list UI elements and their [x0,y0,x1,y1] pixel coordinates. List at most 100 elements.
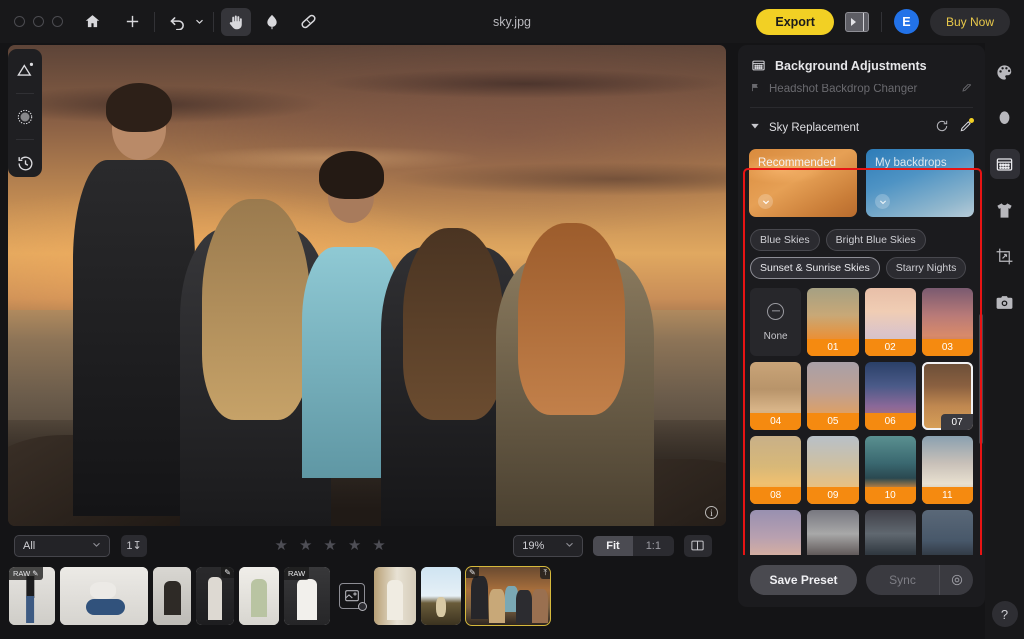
panel-header: Background Adjustments [738,45,985,84]
brush-tool-icon[interactable] [257,8,287,36]
filmstrip-item-8[interactable] [421,567,461,625]
undo-icon[interactable] [162,8,192,36]
star-rating[interactable]: ★ ★ ★ ★ ★ [274,538,385,553]
mode-tile-my-backdrops[interactable]: My backdrops [866,149,974,217]
crop-transform-icon[interactable] [990,241,1020,271]
bottom-toolbar: All 1↧ ★ ★ ★ ★ ★ 19% Fit 1:1 [0,529,726,562]
heal-tool-icon[interactable] [293,8,323,36]
edit-brush-icon[interactable] [961,84,973,96]
image-canvas[interactable]: i [8,45,726,526]
filmstrip-item-3[interactable] [153,567,191,625]
sky-thumb-none[interactable]: None [750,288,802,356]
sync-button[interactable]: Sync [866,565,939,595]
toolbar-divider-1 [154,11,155,32]
star-icon[interactable]: ★ [299,538,312,553]
sky-thumb-04[interactable]: 04 [750,362,802,430]
sky-thumb-01[interactable]: 01 [807,288,859,356]
hand-tool-icon[interactable] [221,7,251,36]
chevron-down-icon[interactable] [875,194,890,209]
star-icon[interactable]: ★ [348,538,361,553]
section-label: Headshot Backdrop Changer [769,84,918,95]
edit-brush-icon[interactable] [959,118,974,136]
section-headshot-backdrop-changer[interactable]: Headshot Backdrop Changer [738,84,985,103]
color-palette-icon[interactable] [990,57,1020,87]
sort-icon[interactable]: 1↧ [121,534,147,557]
zoom-select[interactable]: 19% [513,534,584,557]
filmstrip-item-5[interactable] [239,567,279,625]
sky-thumb-11[interactable]: 11 [921,436,973,504]
sky-thumb-08[interactable]: 08 [750,436,802,504]
filmstrip-item-4[interactable]: ✎ [196,567,234,625]
star-icon[interactable]: ★ [323,538,336,553]
filmstrip-item-6[interactable]: RAW [284,567,330,625]
sky-thumb-02[interactable]: 02 [864,288,916,356]
panel-scroll-area[interactable]: Headshot Backdrop Changer Sky Replacemen… [738,84,985,555]
subject-5-hair [517,222,626,416]
subject-2-hair [201,198,310,421]
sky-thumb-14[interactable]: 14 [864,510,916,555]
sky-thumb-15[interactable]: 15 [921,510,973,555]
figure-2 [488,589,506,623]
export-button[interactable]: Export [756,8,834,35]
sky-thumb-13[interactable]: 13 [807,510,859,555]
mode-tile-recommended[interactable]: Recommended [749,149,857,217]
home-icon[interactable] [77,8,107,36]
subject-1-hair [105,83,172,132]
compare-view-icon[interactable] [683,534,712,557]
panel-title: Background Adjustments [775,58,927,73]
avatar[interactable]: E [893,9,919,34]
camera-profile-icon[interactable] [990,287,1020,317]
minimize-icon[interactable] [33,16,44,27]
category-tag-bright-blue-skies[interactable]: Bright Blue Skies [825,229,926,251]
chevron-down-icon[interactable] [750,121,760,134]
help-button[interactable]: ? [991,601,1018,627]
sky-thumbnail-grid: None 01 02 03 04 05 06 07 08 09 10 11 [738,288,985,555]
zoom-1to1-button[interactable]: 1:1 [633,536,674,556]
panel-scrollbar[interactable] [979,314,983,444]
background-adjust-icon[interactable] [989,149,1020,179]
sky-thumb-12[interactable]: 12 [750,510,802,555]
chevron-down-icon[interactable] [758,194,773,209]
sky-thumb-number: 03 [921,339,973,356]
buy-now-button[interactable]: Buy Now [929,7,1010,36]
sky-thumb-03[interactable]: 03 [921,288,973,356]
canvas-info-badge[interactable]: i [705,506,718,519]
maximize-icon[interactable] [52,16,63,27]
panel-toggle-icon[interactable] [844,11,869,32]
add-icon[interactable] [117,8,147,36]
adjust-landscape-icon[interactable] [10,56,40,84]
category-tag-starry-nights[interactable]: Starry Nights [885,257,967,279]
chevron-down-icon[interactable] [192,8,206,36]
filmstrip-item-9-selected[interactable]: ✎ ⤒ [465,566,551,626]
filmstrip-item-1[interactable]: RAW ✎ [9,567,55,625]
sky-thumb-number: 08 [750,487,802,504]
sky-thumb-09[interactable]: 09 [807,436,859,504]
portrait-retouch-icon[interactable] [990,103,1020,133]
clothing-icon[interactable] [990,195,1020,225]
sky-thumb-05[interactable]: 05 [807,362,859,430]
reset-icon[interactable] [935,119,949,136]
sky-thumb-07[interactable]: 07 [921,362,973,430]
category-tag-sunset-sunrise-skies[interactable]: Sunset & Sunrise Skies [750,257,880,279]
window-controls[interactable] [14,16,63,27]
sky-thumb-10[interactable]: 10 [864,436,916,504]
close-icon[interactable] [14,16,25,27]
section-sky-replacement[interactable]: Sky Replacement [738,112,985,143]
app-window: sky.jpg Export E Buy Now i ? Background … [0,0,1024,639]
save-preset-button[interactable]: Save Preset [750,565,857,595]
mask-dial-icon[interactable] [10,103,40,131]
gear-icon[interactable] [939,565,973,595]
zoom-fit-button[interactable]: Fit [593,535,633,556]
star-icon[interactable]: ★ [274,538,287,553]
sky-thumb-06[interactable]: 06 [864,362,916,430]
filmstrip[interactable]: RAW ✎ ✎ RAW ✎ ⤒ [0,562,726,630]
right-module-rail: ? [985,43,1024,639]
history-icon[interactable] [10,149,40,177]
filmstrip-item-2[interactable] [60,567,148,625]
edited-badge: ✎ [466,567,479,578]
filter-select[interactable]: All [14,534,110,557]
filmstrip-item-7[interactable] [374,567,416,625]
category-tag-blue-skies[interactable]: Blue Skies [750,229,820,251]
star-icon[interactable]: ★ [372,538,385,553]
add-media-icon[interactable] [339,583,367,611]
